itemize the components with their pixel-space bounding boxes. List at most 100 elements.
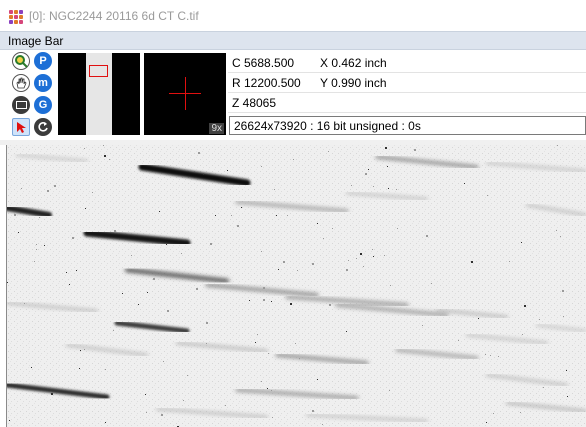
noise-speck xyxy=(539,319,540,320)
noise-speck xyxy=(104,155,106,157)
noise-speck xyxy=(566,370,567,371)
noise-speck xyxy=(267,388,268,389)
noise-speck xyxy=(153,278,155,280)
noise-speck xyxy=(524,305,526,307)
readout-separator xyxy=(228,112,586,113)
image-viewport[interactable] xyxy=(0,145,586,427)
noise-speck xyxy=(299,358,300,359)
noise-speck xyxy=(14,214,16,216)
zoom-tool-icon[interactable] xyxy=(12,52,30,70)
noise-speck xyxy=(348,260,349,261)
noise-speck xyxy=(387,166,388,167)
noise-speck xyxy=(346,269,348,271)
display-tool-icon[interactable] xyxy=(12,96,30,114)
window-title: [0]: NGC2244 20116 6d CT C.tif xyxy=(29,9,199,23)
noise-speck xyxy=(274,189,275,190)
image-bar-label: Image Bar xyxy=(8,34,64,48)
noise-speck xyxy=(231,215,232,216)
noise-speck xyxy=(34,261,35,262)
noise-speck xyxy=(84,349,85,350)
noise-speck xyxy=(521,242,522,243)
view-region-marker[interactable] xyxy=(89,65,108,77)
noise-speck xyxy=(562,290,564,292)
x-readout: X 0.462 inch xyxy=(320,56,387,70)
y-readout: Y 0.990 inch xyxy=(320,76,387,90)
noise-speck xyxy=(167,310,169,312)
noise-speck xyxy=(261,166,262,167)
noise-speck xyxy=(39,217,40,218)
pan-tool-icon[interactable]: P xyxy=(34,52,52,70)
noise-speck xyxy=(563,316,564,317)
noise-speck xyxy=(560,236,561,237)
noise-speck xyxy=(138,304,139,305)
noise-speck xyxy=(543,387,544,388)
value-readout: Z 48065 xyxy=(232,96,277,110)
noise-speck xyxy=(203,174,204,175)
noise-speck xyxy=(346,331,347,332)
noise-speck xyxy=(312,410,314,412)
noise-speck xyxy=(66,272,67,273)
info-tool-icon[interactable]: G xyxy=(34,96,52,114)
noise-speck xyxy=(84,148,85,149)
noise-speck xyxy=(271,390,272,391)
noise-speck xyxy=(431,283,432,284)
noise-speck xyxy=(31,367,32,368)
noise-speck xyxy=(72,237,74,239)
noise-speck xyxy=(351,185,352,186)
noise-speck xyxy=(509,261,510,262)
noise-speck xyxy=(396,189,397,190)
noise-speck xyxy=(145,394,146,395)
hand-tool-icon[interactable] xyxy=(12,74,30,92)
noise-speck xyxy=(257,334,258,335)
noise-speck xyxy=(556,230,557,231)
noise-speck xyxy=(69,284,70,285)
noise-speck xyxy=(385,147,387,149)
noise-speck xyxy=(271,301,272,302)
noise-speck xyxy=(373,186,374,187)
pointer-tool-icon[interactable] xyxy=(12,118,30,136)
noise-speck xyxy=(54,185,56,187)
sky-background xyxy=(7,145,586,427)
noise-speck xyxy=(237,225,239,227)
noise-speck xyxy=(18,232,19,233)
zoom-factor-label: 9x xyxy=(209,123,224,134)
noise-speck xyxy=(422,325,423,326)
noise-speck xyxy=(272,417,273,418)
navigator-thumbnail[interactable] xyxy=(58,53,140,135)
noise-speck xyxy=(122,293,123,294)
measure-tool-icon[interactable]: m xyxy=(34,74,52,92)
noise-speck xyxy=(215,215,216,216)
noise-speck xyxy=(317,223,318,224)
noise-speck xyxy=(557,145,558,146)
noise-speck xyxy=(161,414,163,416)
column-readout: C 5688.500 xyxy=(232,56,295,70)
noise-speck xyxy=(76,270,77,271)
reset-tool-icon[interactable] xyxy=(34,118,52,136)
noise-speck xyxy=(323,238,324,239)
noise-speck xyxy=(283,261,285,263)
noise-speck xyxy=(485,354,486,355)
noise-speck xyxy=(227,170,228,171)
image-bar-header[interactable]: Image Bar xyxy=(0,31,586,50)
noise-speck xyxy=(458,340,459,341)
noise-speck xyxy=(317,379,318,380)
noise-speck xyxy=(7,282,8,283)
noise-speck xyxy=(105,422,106,423)
app-grid-icon xyxy=(9,10,23,24)
noise-speck xyxy=(210,243,212,245)
noise-speck xyxy=(181,253,182,254)
noise-speck xyxy=(520,412,521,413)
noise-speck xyxy=(388,188,389,189)
noise-speck xyxy=(113,330,114,331)
noise-speck xyxy=(363,266,364,267)
noise-speck xyxy=(36,244,37,245)
noise-speck xyxy=(328,151,329,152)
noise-speck xyxy=(365,173,367,175)
noise-speck xyxy=(103,145,104,146)
astro-image-canvas[interactable] xyxy=(7,145,586,427)
noise-speck xyxy=(263,299,265,301)
noise-speck xyxy=(47,190,49,192)
noise-speck xyxy=(567,396,568,397)
noise-speck xyxy=(9,420,10,421)
noise-speck xyxy=(146,412,147,413)
